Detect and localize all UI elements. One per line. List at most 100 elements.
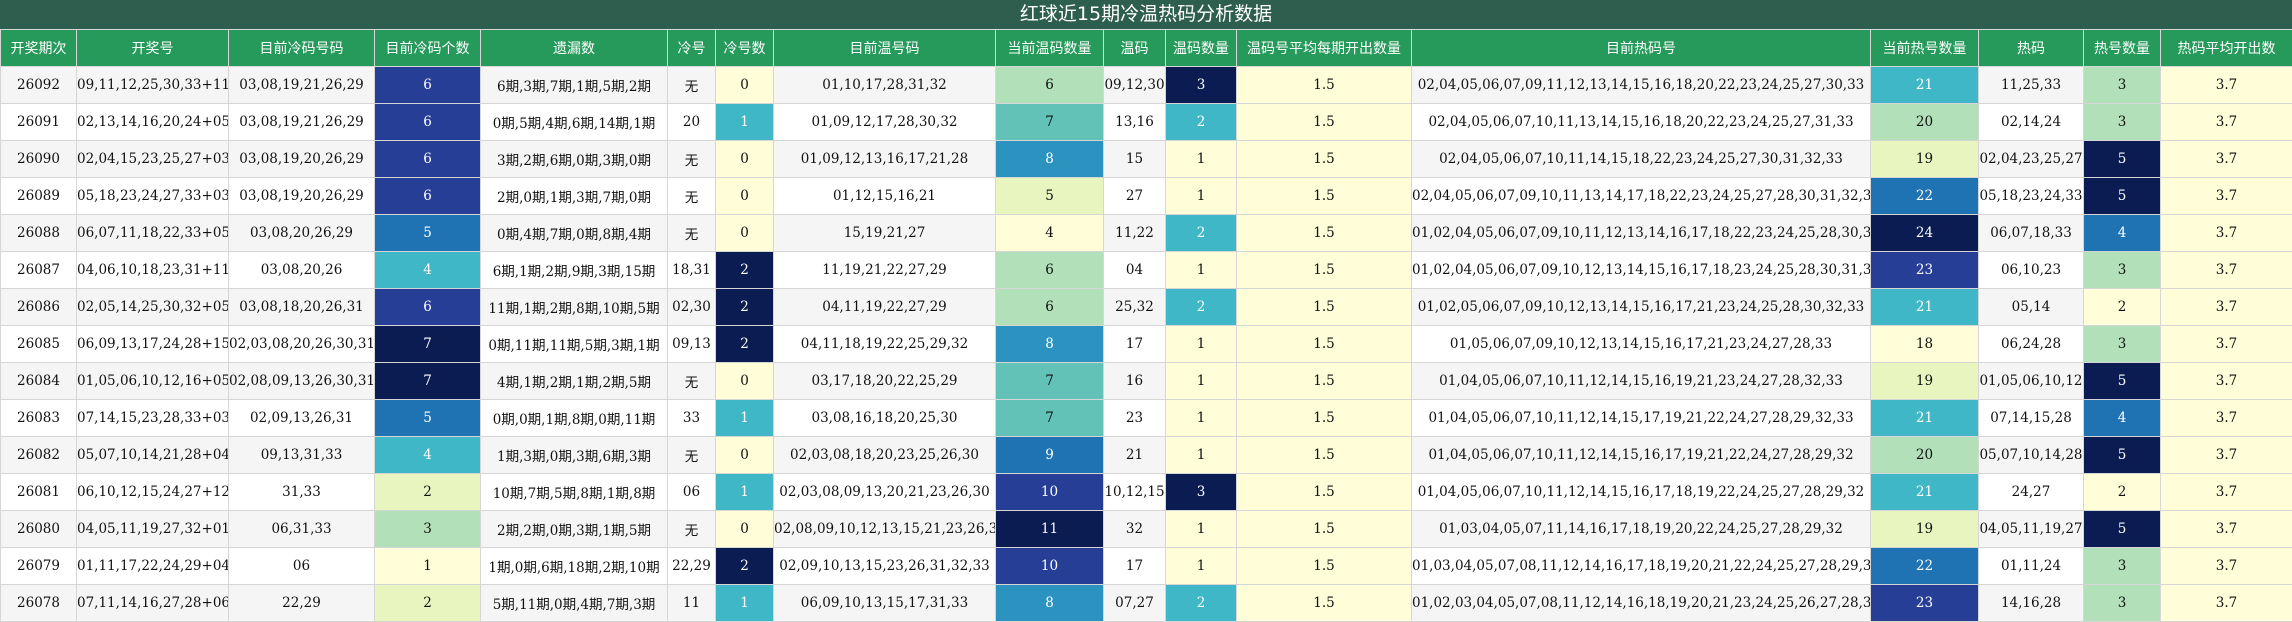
table-row[interactable]: 26086 02,05,14,25,30,32+05 03,08,18,20,26,… <box>0 288 2292 326</box>
col-hot-hit-header[interactable]: 热码 <box>1978 29 2084 67</box>
hot-hit-cell: 06,07,18,33 <box>1978 214 2084 252</box>
cold-codes-cell: 03,08,19,20,26,29 <box>228 177 375 215</box>
hot-avg-cell: 3.7 <box>2160 325 2292 363</box>
hot-hit-count-cell: 3 <box>2083 103 2161 141</box>
table-row[interactable]: 26084 01,05,06,10,12,16+05 02,08,09,13,26,… <box>0 362 2292 400</box>
warm-hit-cell: 16 <box>1103 362 1166 400</box>
cold-codes-cell: 09,13,31,33 <box>228 436 375 474</box>
col-draw-header[interactable]: 开奖号 <box>76 29 229 67</box>
draw-cell: 06,09,13,17,24,28+15 <box>76 325 229 363</box>
warm-avg-cell: 1.5 <box>1236 214 1412 252</box>
hot-codes-cell: 01,03,04,05,07,08,11,12,14,16,17,18,19,2… <box>1411 547 1871 585</box>
hot-avg-cell: 3.7 <box>2160 584 2292 622</box>
cold-codes-cell: 03,08,19,21,26,29 <box>228 103 375 141</box>
omission-cell: 4期,1期,2期,1期,2期,5期 <box>480 362 668 400</box>
warm-codes-cell: 04,11,19,22,27,29 <box>773 288 996 326</box>
table-row[interactable]: 26085 06,09,13,17,24,28+15 02,03,08,20,26,… <box>0 325 2292 363</box>
warm-codes-cell: 03,08,16,18,20,25,30 <box>773 399 996 437</box>
table-row[interactable]: 26092 09,11,12,25,30,33+11 03,08,19,21,26,… <box>0 66 2292 104</box>
cold-num-count-cell: 2 <box>715 251 774 289</box>
draw-cell: 02,13,14,16,20,24+05 <box>76 103 229 141</box>
warm-hit-count-cell: 2 <box>1165 103 1237 141</box>
table-row[interactable]: 26082 05,07,10,14,21,28+04 09,13,31,33 4 1期,… <box>0 436 2292 474</box>
col-cold-count-header[interactable]: 目前冷码个数 <box>374 29 481 67</box>
table-row[interactable]: 26081 06,10,12,15,24,27+12 31,33 2 10期,7期,5期… <box>0 473 2292 511</box>
hot-avg-cell: 3.7 <box>2160 251 2292 289</box>
warm-hit-count-cell: 2 <box>1165 584 1237 622</box>
cold-num-cell: 09,13 <box>667 325 716 363</box>
table-row[interactable]: 26079 01,11,17,22,24,29+04 06 1 1期,0期,6期,18期… <box>0 547 2292 585</box>
col-cold-num-header[interactable]: 冷号 <box>667 29 716 67</box>
cold-num-count-cell: 2 <box>715 547 774 585</box>
omission-cell: 11期,1期,2期,8期,10期,5期 <box>480 288 668 326</box>
col-hot-count-header[interactable]: 当前热号数量 <box>1870 29 1979 67</box>
hot-count-cell: 21 <box>1870 473 1979 511</box>
issue-cell: 26089 <box>0 177 77 215</box>
cold-num-cell: 无 <box>667 140 716 178</box>
warm-hit-cell: 17 <box>1103 547 1166 585</box>
warm-codes-cell: 01,09,12,17,28,30,32 <box>773 103 996 141</box>
warm-hit-count-cell: 1 <box>1165 362 1237 400</box>
table-row[interactable]: 26088 06,07,11,18,22,33+05 03,08,20,26,29 5… <box>0 214 2292 252</box>
cold-codes-cell: 06,31,33 <box>228 510 375 548</box>
warm-count-cell: 9 <box>995 436 1104 474</box>
table-row[interactable]: 26078 07,11,14,16,27,28+06 22,29 2 5期,11期,0期… <box>0 584 2292 622</box>
cold-codes-cell: 31,33 <box>228 473 375 511</box>
col-warm-hit-count-header[interactable]: 温码数量 <box>1165 29 1237 67</box>
col-hot-codes-header[interactable]: 目前热码号 <box>1411 29 1871 67</box>
col-cold-codes-header[interactable]: 目前冷码号码 <box>228 29 375 67</box>
omission-cell: 1期,3期,0期,3期,6期,3期 <box>480 436 668 474</box>
cold-count-cell: 6 <box>374 66 481 104</box>
analysis-sheet: 红球近15期冷温热码分析数据 开奖期次 开奖号 目前冷码号码 目前冷码个数 遗漏… <box>0 0 2292 622</box>
col-cold-num-count-header[interactable]: 冷号数 <box>715 29 774 67</box>
issue-cell: 26087 <box>0 251 77 289</box>
hot-codes-cell: 01,04,05,06,07,10,11,12,14,15,16,17,19,2… <box>1411 436 1871 474</box>
warm-hit-cell: 11,22 <box>1103 214 1166 252</box>
warm-hit-cell: 27 <box>1103 177 1166 215</box>
col-issue-header[interactable]: 开奖期次 <box>0 29 77 67</box>
hot-avg-cell: 3.7 <box>2160 473 2292 511</box>
hot-hit-count-cell: 2 <box>2083 288 2161 326</box>
cold-count-cell: 7 <box>374 362 481 400</box>
warm-hit-count-cell: 3 <box>1165 66 1237 104</box>
col-warm-count-header[interactable]: 当前温码数量 <box>995 29 1104 67</box>
draw-cell: 04,06,10,18,23,31+11 <box>76 251 229 289</box>
hot-count-cell: 19 <box>1870 510 1979 548</box>
cold-num-cell: 02,30 <box>667 288 716 326</box>
cold-num-count-cell: 1 <box>715 473 774 511</box>
analysis-table: 开奖期次 开奖号 目前冷码号码 目前冷码个数 遗漏数 冷号 冷号数 目前温号码 … <box>0 29 2292 622</box>
table-row[interactable]: 26091 02,13,14,16,20,24+05 03,08,19,21,26,… <box>0 103 2292 141</box>
hot-count-cell: 21 <box>1870 66 1979 104</box>
hot-hit-cell: 01,05,06,10,12 <box>1978 362 2084 400</box>
cold-num-cell: 11 <box>667 584 716 622</box>
col-warm-codes-header[interactable]: 目前温号码 <box>773 29 996 67</box>
col-hot-hit-count-header[interactable]: 热号数量 <box>2083 29 2161 67</box>
col-warm-avg-header[interactable]: 温码号平均每期开出数量 <box>1236 29 1412 67</box>
col-warm-hit-header[interactable]: 温码 <box>1103 29 1166 67</box>
warm-avg-cell: 1.5 <box>1236 547 1412 585</box>
issue-cell: 26079 <box>0 547 77 585</box>
col-hot-avg-header[interactable]: 热码平均开出数 <box>2160 29 2292 67</box>
hot-codes-cell: 01,02,04,05,06,07,09,10,11,12,13,14,16,1… <box>1411 214 1871 252</box>
table-row[interactable]: 26080 04,05,11,19,27,32+01 06,31,33 3 2期,2期,… <box>0 510 2292 548</box>
issue-cell: 26088 <box>0 214 77 252</box>
warm-hit-cell: 15 <box>1103 140 1166 178</box>
hot-hit-count-cell: 3 <box>2083 547 2161 585</box>
warm-hit-count-cell: 2 <box>1165 214 1237 252</box>
table-row[interactable]: 26087 04,06,10,18,23,31+11 03,08,20,26 4 6期,… <box>0 251 2292 289</box>
table-row[interactable]: 26089 05,18,23,24,27,33+03 03,08,19,20,26,… <box>0 177 2292 215</box>
hot-hit-cell: 02,14,24 <box>1978 103 2084 141</box>
table-row[interactable]: 26090 02,04,15,23,25,27+03 03,08,19,20,26,… <box>0 140 2292 178</box>
col-omission-header[interactable]: 遗漏数 <box>480 29 668 67</box>
issue-cell: 26085 <box>0 325 77 363</box>
draw-cell: 02,04,15,23,25,27+03 <box>76 140 229 178</box>
omission-cell: 2期,2期,0期,3期,1期,5期 <box>480 510 668 548</box>
warm-avg-cell: 1.5 <box>1236 325 1412 363</box>
hot-count-cell: 23 <box>1870 584 1979 622</box>
warm-codes-cell: 02,08,09,10,12,13,15,21,23,26,30 <box>773 510 996 548</box>
warm-codes-cell: 15,19,21,27 <box>773 214 996 252</box>
table-row[interactable]: 26083 07,14,15,23,28,33+03 02,09,13,26,31 5… <box>0 399 2292 437</box>
cold-count-cell: 6 <box>374 288 481 326</box>
hot-hit-cell: 05,18,23,24,33 <box>1978 177 2084 215</box>
warm-count-cell: 8 <box>995 584 1104 622</box>
